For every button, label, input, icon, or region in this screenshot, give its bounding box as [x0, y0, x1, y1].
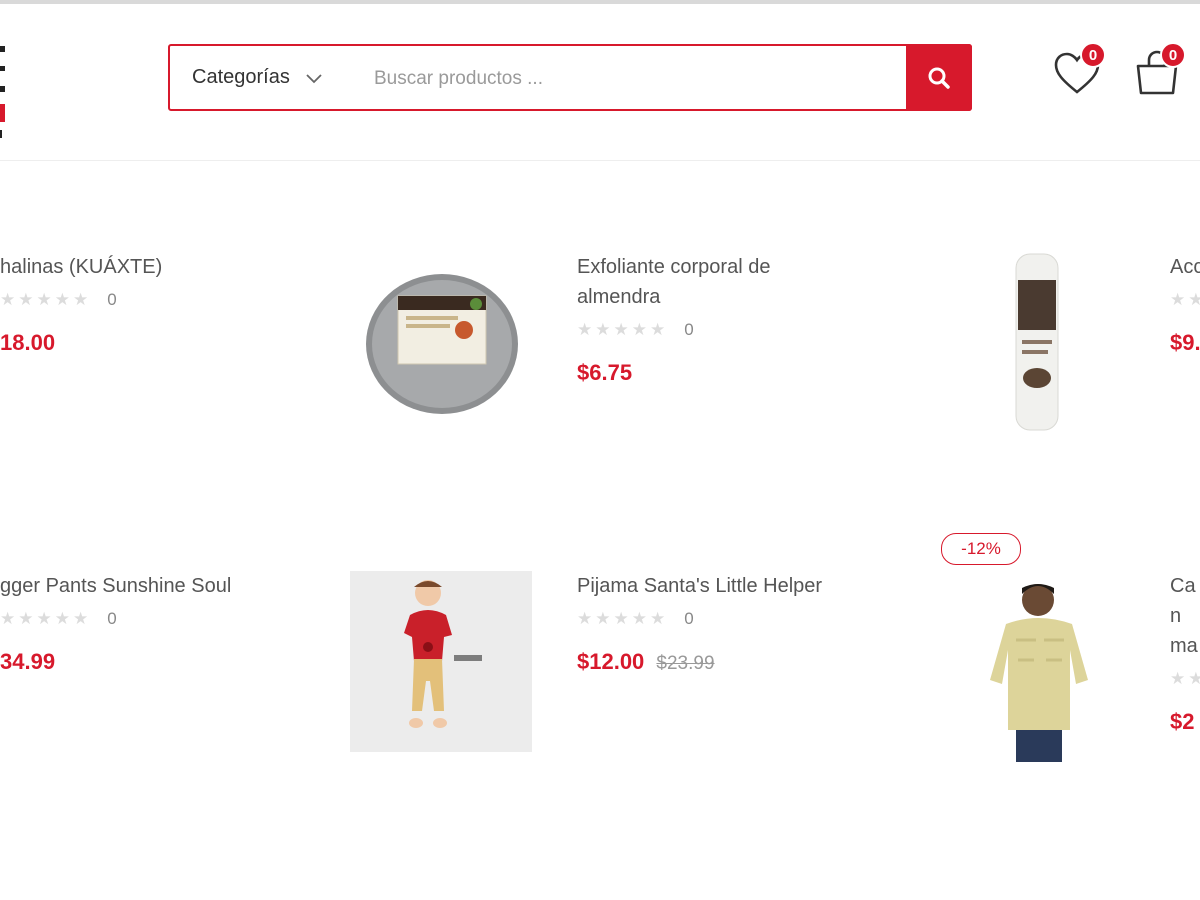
- product-rating: ★★★★★ 0: [577, 318, 837, 342]
- product-title[interactable]: gger Pants Sunshine Soul: [0, 571, 300, 601]
- product-title[interactable]: Acc: [1170, 252, 1200, 282]
- product-title[interactable]: Pijama Santa's Little Helper: [577, 571, 877, 601]
- star-rating: ★★★★★: [0, 290, 92, 309]
- product-image[interactable]: [1012, 250, 1062, 434]
- product-price: $6.75: [577, 360, 633, 385]
- site-header: Categorías 0 0: [0, 4, 1200, 161]
- star-rating: ★★★★★: [577, 609, 669, 628]
- product-card: halinas (KUÁXTE) ★★★★★ 0 18.00: [0, 252, 300, 356]
- guayabera-shirt-image: [990, 584, 1088, 762]
- product-title[interactable]: Can ma: [1170, 571, 1200, 661]
- search-icon: [928, 67, 950, 89]
- product-card: Pijama Santa's Little Helper ★★★★★ 0 $12…: [577, 571, 877, 675]
- search-button[interactable]: [906, 44, 972, 111]
- star-rating: ★★★★★: [0, 609, 92, 628]
- categories-dropdown[interactable]: Categorías: [192, 46, 324, 109]
- product-image[interactable]: [988, 580, 1090, 764]
- product-card: Exfoliante corporal de almendra ★★★★★ 0 …: [577, 252, 837, 386]
- product-card: Can ma ★★★ $2: [1170, 571, 1200, 735]
- sale-price: $12.00: [577, 649, 645, 674]
- site-logo[interactable]: [0, 46, 10, 146]
- product-image[interactable]: [350, 571, 532, 752]
- product-rating: ★★★★★ 0: [0, 288, 300, 312]
- original-price: $23.99: [656, 653, 715, 674]
- rating-count: 0: [107, 290, 117, 309]
- product-rating: ★★★: [1170, 667, 1200, 691]
- star-rating: ★★★: [1170, 669, 1200, 688]
- star-rating: ★★★: [1170, 290, 1200, 309]
- rating-count: 0: [107, 609, 117, 628]
- chevron-down-icon: [306, 73, 322, 83]
- product-price: 34.99: [0, 649, 56, 674]
- tube-product-image: [1015, 253, 1059, 431]
- rating-count: 0: [684, 609, 694, 628]
- product-title[interactable]: halinas (KUÁXTE): [0, 252, 300, 282]
- exfoliante-jar-image: [366, 274, 518, 414]
- categories-label: Categorías: [192, 66, 290, 88]
- star-rating: ★★★★★: [577, 320, 669, 339]
- product-card: gger Pants Sunshine Soul ★★★★★ 0 34.99: [0, 571, 300, 675]
- cart-button[interactable]: 0: [1132, 42, 1186, 98]
- product-title[interactable]: Exfoliante corporal de almendra: [577, 252, 837, 312]
- discount-badge: -12%: [941, 533, 1021, 565]
- rating-count: 0: [684, 320, 694, 339]
- product-price: $12.00 $23.99: [577, 649, 877, 675]
- product-price: $9.: [1170, 330, 1200, 355]
- product-card: Acc ★★★ $9.: [1170, 252, 1200, 356]
- search-bar: Categorías: [168, 44, 972, 111]
- product-rating: ★★★★★ 0: [0, 607, 300, 631]
- wishlist-count-badge: 0: [1080, 42, 1106, 68]
- wishlist-button[interactable]: 0: [1052, 42, 1106, 98]
- product-rating: ★★★: [1170, 288, 1200, 312]
- baby-pajama-image: [350, 571, 532, 752]
- product-image[interactable]: [364, 272, 520, 416]
- product-rating: ★★★★★ 0: [577, 607, 877, 631]
- search-input[interactable]: [372, 46, 896, 111]
- cart-count-badge: 0: [1160, 42, 1186, 68]
- product-price: $2: [1170, 709, 1195, 734]
- product-price: 18.00: [0, 330, 56, 355]
